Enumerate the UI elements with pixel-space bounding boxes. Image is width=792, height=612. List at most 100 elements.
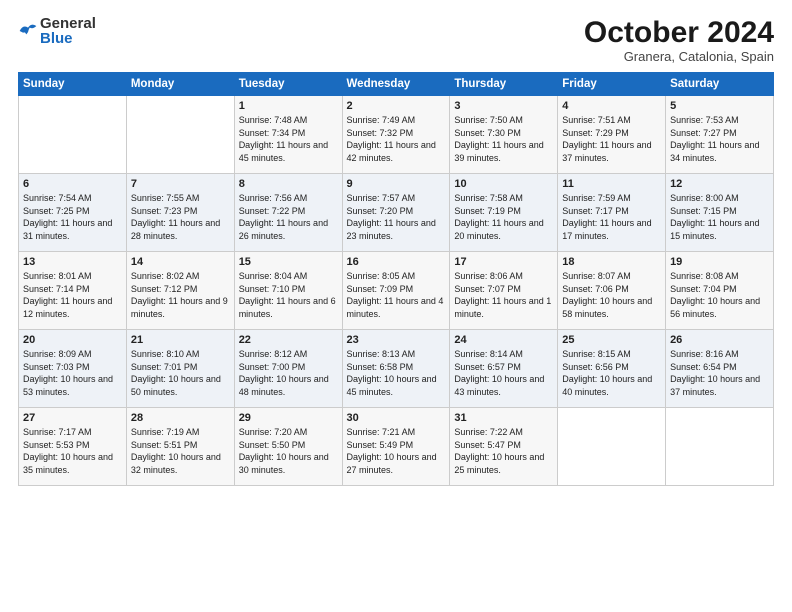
- page: General Blue October 2024 Granera, Catal…: [0, 0, 792, 612]
- week-row-3: 13 Sunrise: 8:01 AM Sunset: 7:14 PM Dayli…: [19, 252, 774, 330]
- day-number: 2: [347, 100, 446, 112]
- day-content: Sunrise: 7:49 AM Sunset: 7:32 PM Dayligh…: [347, 114, 446, 164]
- day-number: 18: [562, 256, 661, 268]
- day-content: Sunrise: 8:12 AM Sunset: 7:00 PM Dayligh…: [239, 348, 338, 398]
- weekday-header-monday: Monday: [126, 73, 234, 96]
- weekday-header-friday: Friday: [558, 73, 666, 96]
- day-number: 4: [562, 100, 661, 112]
- day-content: Sunrise: 7:20 AM Sunset: 5:50 PM Dayligh…: [239, 426, 338, 476]
- day-number: 23: [347, 334, 446, 346]
- day-number: 6: [23, 178, 122, 190]
- day-cell: 30Sunrise: 7:21 AM Sunset: 5:49 PM Dayli…: [342, 408, 450, 486]
- calendar: SundayMondayTuesdayWednesdayThursdayFrid…: [18, 72, 774, 486]
- day-cell: 13 Sunrise: 8:01 AM Sunset: 7:14 PM Dayli…: [19, 252, 127, 330]
- weekday-header-sunday: Sunday: [19, 73, 127, 96]
- day-number: 9: [347, 178, 446, 190]
- day-cell: [19, 96, 127, 174]
- day-number: 20: [23, 334, 122, 346]
- day-content: Sunrise: 8:08 AM Sunset: 7:04 PM Dayligh…: [670, 270, 769, 320]
- day-content: Sunrise: 7:48 AM Sunset: 7:34 PM Dayligh…: [239, 114, 338, 164]
- day-cell: 20 Sunrise: 8:09 AM Sunset: 7:03 PM Dayli…: [19, 330, 127, 408]
- day-cell: 12Sunrise: 8:00 AM Sunset: 7:15 PM Dayli…: [666, 174, 774, 252]
- day-cell: 23 Sunrise: 8:13 AM Sunset: 6:58 PM Dayli…: [342, 330, 450, 408]
- day-number: 31: [454, 412, 553, 424]
- day-cell: 31Sunrise: 7:22 AM Sunset: 5:47 PM Dayli…: [450, 408, 558, 486]
- day-number: 11: [562, 178, 661, 190]
- day-number: 16: [347, 256, 446, 268]
- weekday-header-thursday: Thursday: [450, 73, 558, 96]
- day-number: 10: [454, 178, 553, 190]
- day-cell: 28Sunrise: 7:19 AM Sunset: 5:51 PM Dayli…: [126, 408, 234, 486]
- day-cell: 1 Sunrise: 7:48 AM Sunset: 7:34 PM Daylig…: [234, 96, 342, 174]
- day-cell: 24Sunrise: 8:14 AM Sunset: 6:57 PM Dayli…: [450, 330, 558, 408]
- logo: General Blue: [18, 16, 96, 46]
- day-content: Sunrise: 8:10 AM Sunset: 7:01 PM Dayligh…: [131, 348, 230, 398]
- day-content: Sunrise: 8:04 AM Sunset: 7:10 PM Dayligh…: [239, 270, 338, 320]
- day-cell: 4 Sunrise: 7:51 AM Sunset: 7:29 PM Daylig…: [558, 96, 666, 174]
- day-number: 26: [670, 334, 769, 346]
- day-cell: 25Sunrise: 8:15 AM Sunset: 6:56 PM Dayli…: [558, 330, 666, 408]
- day-content: Sunrise: 7:21 AM Sunset: 5:49 PM Dayligh…: [347, 426, 446, 476]
- day-cell: 19 Sunrise: 8:08 AM Sunset: 7:04 PM Dayli…: [666, 252, 774, 330]
- day-cell: 29 Sunrise: 7:20 AM Sunset: 5:50 PM Dayli…: [234, 408, 342, 486]
- day-content: Sunrise: 8:14 AM Sunset: 6:57 PM Dayligh…: [454, 348, 553, 398]
- day-number: 29: [239, 412, 338, 424]
- day-number: 1: [239, 100, 338, 112]
- day-content: Sunrise: 7:58 AM Sunset: 7:19 PM Dayligh…: [454, 192, 553, 242]
- day-number: 17: [454, 256, 553, 268]
- weekday-header-tuesday: Tuesday: [234, 73, 342, 96]
- day-cell: 8Sunrise: 7:56 AM Sunset: 7:22 PM Daylig…: [234, 174, 342, 252]
- day-number: 22: [239, 334, 338, 346]
- day-cell: 27 Sunrise: 7:17 AM Sunset: 5:53 PM Dayli…: [19, 408, 127, 486]
- day-content: Sunrise: 7:59 AM Sunset: 7:17 PM Dayligh…: [562, 192, 661, 242]
- day-content: Sunrise: 7:57 AM Sunset: 7:20 PM Dayligh…: [347, 192, 446, 242]
- day-cell: 17 Sunrise: 8:06 AM Sunset: 7:07 PM Dayli…: [450, 252, 558, 330]
- day-number: 5: [670, 100, 769, 112]
- day-content: Sunrise: 8:02 AM Sunset: 7:12 PM Dayligh…: [131, 270, 230, 320]
- header: General Blue October 2024 Granera, Catal…: [18, 16, 774, 64]
- title-section: October 2024 Granera, Catalonia, Spain: [584, 16, 774, 64]
- day-cell: [666, 408, 774, 486]
- day-content: Sunrise: 7:51 AM Sunset: 7:29 PM Dayligh…: [562, 114, 661, 164]
- day-cell: 2 Sunrise: 7:49 AM Sunset: 7:32 PM Daylig…: [342, 96, 450, 174]
- day-cell: 26 Sunrise: 8:16 AM Sunset: 6:54 PM Dayli…: [666, 330, 774, 408]
- day-number: 15: [239, 256, 338, 268]
- day-content: Sunrise: 8:01 AM Sunset: 7:14 PM Dayligh…: [23, 270, 122, 320]
- day-cell: 18Sunrise: 8:07 AM Sunset: 7:06 PM Dayli…: [558, 252, 666, 330]
- day-number: 28: [131, 412, 230, 424]
- location: Granera, Catalonia, Spain: [584, 49, 774, 64]
- bird-icon: [18, 21, 38, 41]
- day-cell: 11 Sunrise: 7:59 AM Sunset: 7:17 PM Dayli…: [558, 174, 666, 252]
- day-cell: 9 Sunrise: 7:57 AM Sunset: 7:20 PM Daylig…: [342, 174, 450, 252]
- day-number: 13: [23, 256, 122, 268]
- month-title: October 2024: [584, 16, 774, 49]
- day-cell: 14 Sunrise: 8:02 AM Sunset: 7:12 PM Dayli…: [126, 252, 234, 330]
- day-content: Sunrise: 8:06 AM Sunset: 7:07 PM Dayligh…: [454, 270, 553, 320]
- day-cell: 22 Sunrise: 8:12 AM Sunset: 7:00 PM Dayli…: [234, 330, 342, 408]
- day-cell: 3Sunrise: 7:50 AM Sunset: 7:30 PM Daylig…: [450, 96, 558, 174]
- logo-blue: Blue: [40, 31, 96, 46]
- day-cell: 7Sunrise: 7:55 AM Sunset: 7:23 PM Daylig…: [126, 174, 234, 252]
- day-number: 27: [23, 412, 122, 424]
- day-number: 14: [131, 256, 230, 268]
- day-number: 7: [131, 178, 230, 190]
- day-content: Sunrise: 7:56 AM Sunset: 7:22 PM Dayligh…: [239, 192, 338, 242]
- weekday-header-row: SundayMondayTuesdayWednesdayThursdayFrid…: [19, 73, 774, 96]
- day-cell: 5 Sunrise: 7:53 AM Sunset: 7:27 PM Daylig…: [666, 96, 774, 174]
- day-content: Sunrise: 7:17 AM Sunset: 5:53 PM Dayligh…: [23, 426, 122, 476]
- day-cell: 16Sunrise: 8:05 AM Sunset: 7:09 PM Dayli…: [342, 252, 450, 330]
- day-cell: 15 Sunrise: 8:04 AM Sunset: 7:10 PM Dayli…: [234, 252, 342, 330]
- day-content: Sunrise: 8:16 AM Sunset: 6:54 PM Dayligh…: [670, 348, 769, 398]
- day-content: Sunrise: 8:09 AM Sunset: 7:03 PM Dayligh…: [23, 348, 122, 398]
- day-cell: [558, 408, 666, 486]
- week-row-2: 6Sunrise: 7:54 AM Sunset: 7:25 PM Daylig…: [19, 174, 774, 252]
- weekday-header-wednesday: Wednesday: [342, 73, 450, 96]
- day-content: Sunrise: 8:15 AM Sunset: 6:56 PM Dayligh…: [562, 348, 661, 398]
- day-content: Sunrise: 8:13 AM Sunset: 6:58 PM Dayligh…: [347, 348, 446, 398]
- day-content: Sunrise: 7:53 AM Sunset: 7:27 PM Dayligh…: [670, 114, 769, 164]
- week-row-1: 1 Sunrise: 7:48 AM Sunset: 7:34 PM Daylig…: [19, 96, 774, 174]
- day-number: 12: [670, 178, 769, 190]
- day-number: 19: [670, 256, 769, 268]
- week-row-4: 20 Sunrise: 8:09 AM Sunset: 7:03 PM Dayli…: [19, 330, 774, 408]
- day-cell: 10 Sunrise: 7:58 AM Sunset: 7:19 PM Dayli…: [450, 174, 558, 252]
